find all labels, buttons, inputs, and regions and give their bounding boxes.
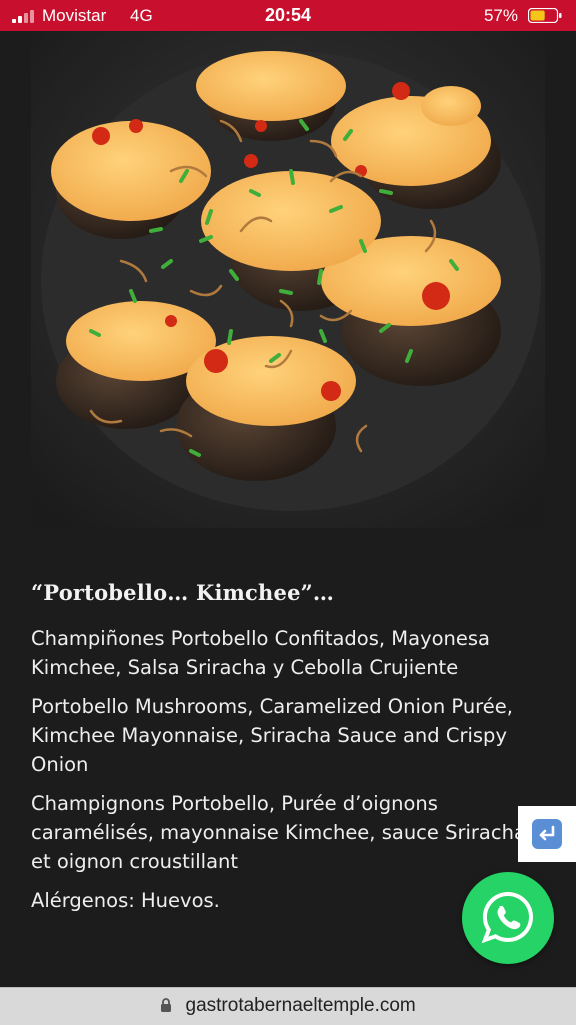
url-domain: gastrotabernaeltemple.com — [185, 995, 416, 1016]
whatsapp-icon — [481, 891, 533, 944]
battery-percentage: 57% — [483, 6, 518, 25]
dish-photo — [31, 31, 545, 528]
dish-description-section: “Portobello… Kimchee”… Champiñones Porto… — [31, 578, 551, 925]
browser-url-bar[interactable]: gastrotabernaeltemple.com — [0, 987, 576, 1025]
status-bar: Movistar 4G 20:54 57% — [0, 0, 576, 31]
battery-icon — [528, 8, 562, 23]
dish-title: “Portobello… Kimchee”… — [31, 580, 335, 605]
lock-icon — [161, 998, 172, 1012]
description-spanish: Champiñones Portobello Confitados, Mayon… — [31, 627, 491, 679]
return-arrow-icon — [532, 819, 562, 849]
description-english: Portobello Mushrooms, Caramelized Onion … — [31, 695, 513, 776]
whatsapp-chat-button[interactable] — [462, 872, 554, 964]
description-french: Champignons Portobello, Purée d’oignons … — [31, 792, 526, 873]
return-button[interactable] — [518, 806, 576, 862]
